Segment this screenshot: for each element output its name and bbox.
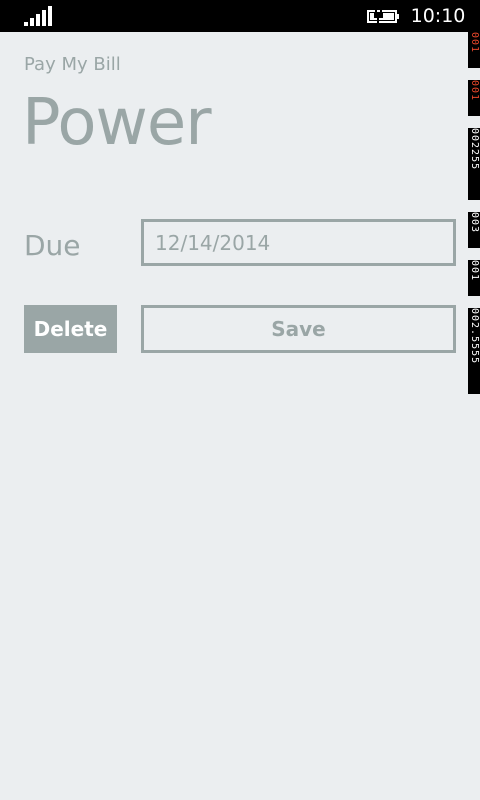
frame-counter: 001 — [468, 32, 480, 68]
signal-strength-icon — [24, 6, 52, 26]
frame-counter: 003 — [468, 212, 480, 248]
frame-rate-counters: 001 001 002255 003 001 002.5555 — [468, 32, 480, 402]
status-bar-time: 10:10 — [410, 5, 466, 27]
delete-button[interactable]: Delete — [24, 305, 117, 353]
save-button[interactable]: Save — [141, 305, 456, 353]
frame-counter: 002255 — [468, 128, 480, 200]
frame-counter: 001 — [468, 260, 480, 296]
page-title: Power — [22, 86, 211, 160]
due-label: Due — [24, 229, 81, 262]
status-bar: 10:10 — [0, 0, 480, 32]
app-title: Pay My Bill — [24, 54, 121, 75]
battery-charging-icon — [367, 8, 399, 24]
frame-counter: 001 — [468, 80, 480, 116]
frame-counter: 002.5555 — [468, 308, 480, 394]
due-date-field[interactable] — [141, 219, 456, 266]
